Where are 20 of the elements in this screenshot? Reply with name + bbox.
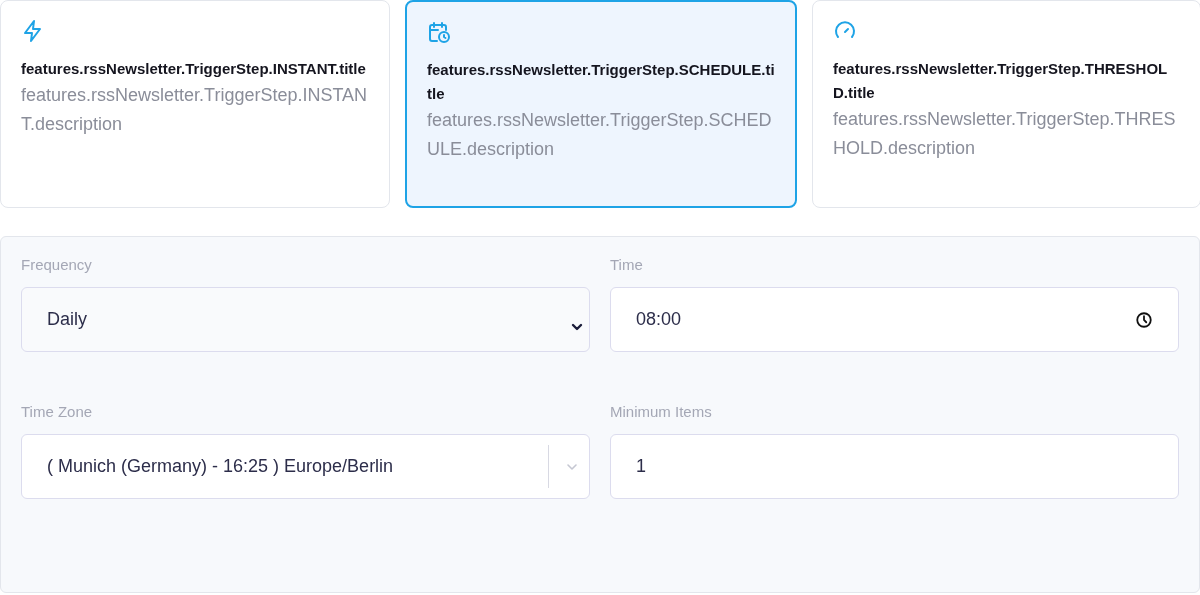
time-value: 08:00	[636, 308, 683, 331]
clock-icon[interactable]	[1135, 310, 1153, 329]
calendar-clock-icon	[427, 20, 451, 44]
frequency-select[interactable]: Daily	[21, 287, 590, 352]
field-label: Time	[610, 255, 644, 275]
option-description: features.rssNewsletter.TriggerStep.SCHEDULE.description	[427, 109, 773, 161]
trigger-option-card[interactable]: features.rssNewsletter.TriggerStep.INSTANT.title features.rssNewsletter.TriggerStep.INSTANT.description	[0, 0, 390, 208]
option-description: features.rssNewsletter.TriggerStep.THRESHOLD.description	[833, 108, 1177, 160]
option-title: features.rssNewsletter.TriggerStep.THRESHOLD.title	[833, 59, 1169, 103]
option-description: features.rssNewsletter.TriggerStep.INSTANT.description	[21, 84, 369, 136]
timezone-select[interactable]: ( Munich (Germany) - 16:25 ) Europe/Berlin	[21, 434, 590, 499]
time-input-field[interactable]: 08:00	[610, 287, 1179, 352]
option-title: features.rssNewsletter.TriggerStep.INSTANT.title	[21, 59, 367, 79]
option-title: features.rssNewsletter.TriggerStep.SCHEDULE.title	[427, 60, 775, 104]
field-label: Frequency	[21, 255, 93, 275]
field-label: Time Zone	[21, 402, 94, 422]
trigger-option-card[interactable]: features.rssNewsletter.TriggerStep.THRESHOLD.title features.rssNewsletter.TriggerStep.THRESHOLD.description	[812, 0, 1200, 208]
trigger-option-card[interactable]: features.rssNewsletter.TriggerStep.SCHEDULE.title features.rssNewsletter.TriggerStep.SCHEDULE.description	[405, 0, 797, 208]
minimum-items-input[interactable]: 1	[610, 434, 1179, 499]
field-label: Minimum Items	[610, 402, 713, 422]
